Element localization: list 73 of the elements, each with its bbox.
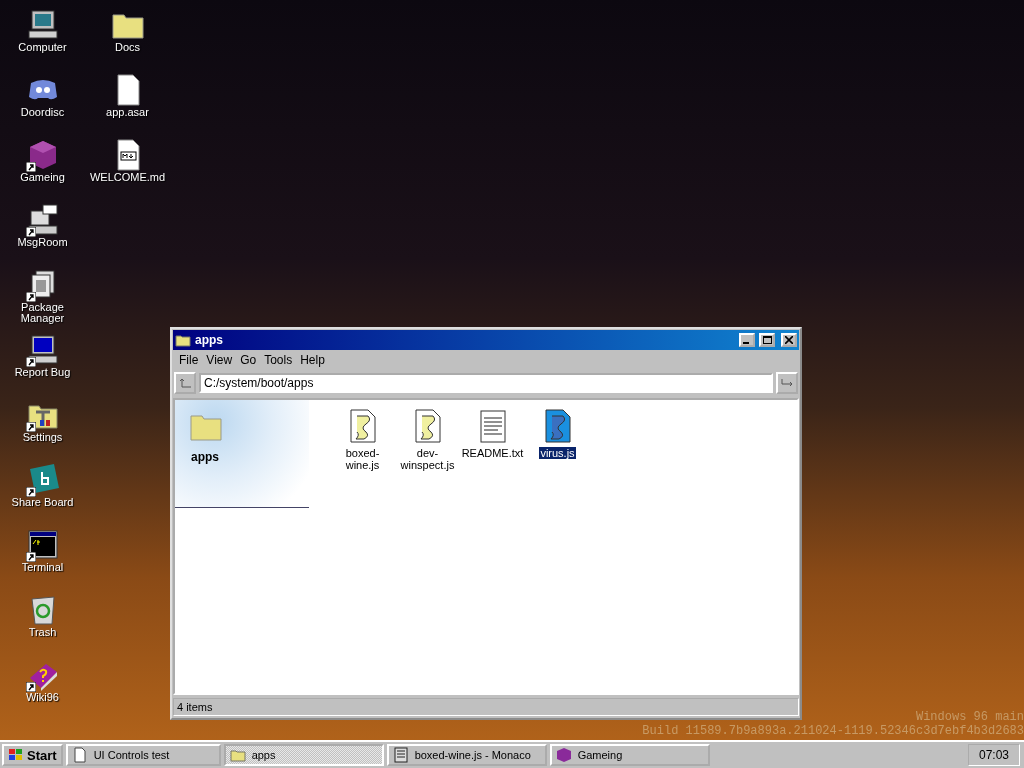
clock: 07:03 bbox=[967, 744, 1020, 766]
desktop-icon[interactable]: WELCOME.md bbox=[85, 138, 170, 203]
menu-item[interactable]: Help bbox=[296, 353, 329, 367]
menu-item[interactable]: View bbox=[202, 353, 237, 367]
folder-icon bbox=[189, 412, 223, 442]
desktop-icon[interactable]: Settings bbox=[0, 398, 85, 463]
computer-with-speech-bubble-icon bbox=[25, 203, 60, 237]
desktop-icon[interactable]: Wiki96 bbox=[0, 658, 85, 723]
desktop-icon[interactable]: Terminal bbox=[0, 528, 85, 593]
close-icon bbox=[785, 336, 793, 344]
page-icon bbox=[71, 747, 88, 763]
desktop-icon-label: Trash bbox=[28, 627, 57, 638]
go-button[interactable] bbox=[776, 372, 798, 394]
computer-icon bbox=[25, 8, 60, 42]
start-button[interactable]: Start bbox=[2, 744, 63, 766]
desktop-icon-label: Doordisc bbox=[20, 107, 65, 118]
build-info-text: Build 11589.7b9a893a.211024-1119.52346c3d7ebf4b3d2683 bbox=[642, 724, 1024, 738]
maximize-icon bbox=[762, 336, 772, 344]
desktop-icon[interactable]: Package Manager bbox=[0, 268, 85, 333]
document-entry[interactable]: README.txt bbox=[460, 408, 525, 459]
computer-icon bbox=[25, 333, 60, 367]
address-field[interactable]: C:/system/boot/apps bbox=[199, 373, 773, 393]
close-button[interactable] bbox=[781, 333, 797, 347]
menu-item[interactable]: Go bbox=[236, 353, 261, 367]
taskbar-button[interactable]: Gameing bbox=[549, 744, 710, 766]
folder-icon bbox=[229, 747, 246, 763]
sidebar-title: apps bbox=[190, 450, 219, 464]
file-name: dev-winspect.js bbox=[399, 447, 456, 471]
menu-item[interactable]: File bbox=[175, 353, 203, 367]
desktop-icon-label: MsgRoom bbox=[17, 237, 68, 248]
folder-icon bbox=[175, 332, 191, 348]
terminal-icon bbox=[25, 528, 60, 562]
desktop-icon[interactable]: Docs bbox=[85, 8, 170, 73]
up-arrow-icon bbox=[179, 378, 191, 388]
desktop-icon-label: Wiki96 bbox=[26, 692, 59, 703]
go-arrow-icon bbox=[781, 378, 793, 388]
desktop-icon[interactable]: Trash bbox=[0, 593, 85, 658]
desktop-icon-label: Computer bbox=[18, 42, 67, 53]
minimize-button[interactable] bbox=[739, 333, 755, 347]
windows-flag-icon bbox=[8, 748, 24, 762]
desktop-icon-label: Docs bbox=[114, 42, 141, 53]
build-info-text: Windows 96 main bbox=[915, 710, 1024, 724]
desktop-icon[interactable]: Computer bbox=[0, 8, 85, 73]
desktop-icon-label: Settings bbox=[22, 432, 63, 443]
desktop-icon-label: app.asar bbox=[106, 107, 149, 118]
taskbar-button[interactable]: UI Controls test bbox=[65, 744, 221, 766]
desktop-icon-label: Gameing bbox=[20, 172, 65, 183]
menu-item[interactable]: Tools bbox=[260, 353, 297, 367]
desktop-icon[interactable]: MsgRoom bbox=[0, 203, 85, 268]
taskbar-button[interactable]: apps bbox=[223, 744, 384, 766]
status-text: 4 items bbox=[173, 698, 799, 716]
desktop-icon[interactable]: Doordisc bbox=[0, 73, 85, 138]
document-icon bbox=[392, 747, 409, 763]
desktop-icon[interactable]: Gameing bbox=[0, 138, 85, 203]
desktop-icon-label: Report Bug bbox=[14, 367, 71, 378]
file-name: README.txt bbox=[460, 447, 525, 459]
document-entry[interactable]: dev-winspect.js bbox=[395, 408, 460, 471]
desktop-icon-label: Terminal bbox=[21, 562, 64, 573]
desktop-icon[interactable]: app.asar bbox=[85, 73, 170, 138]
taskbar-button[interactable]: boxed-wine.js - Monaco bbox=[386, 744, 547, 766]
document-entry[interactable]: virus.js bbox=[525, 408, 590, 459]
cube-icon bbox=[555, 747, 572, 763]
desktop-icon-label: Package Manager bbox=[19, 302, 66, 324]
window-title: apps bbox=[195, 333, 224, 347]
maximize-button[interactable] bbox=[759, 333, 775, 347]
desktop-icon[interactable]: Report Bug bbox=[0, 333, 85, 398]
file-name: boxed-wine.js bbox=[344, 447, 381, 471]
desktop-icon-label: Share Board bbox=[11, 497, 74, 508]
desktop-icon[interactable]: Share Board bbox=[0, 463, 85, 528]
document-entry[interactable]: boxed-wine.js bbox=[330, 408, 395, 471]
up-button[interactable] bbox=[174, 372, 196, 394]
desktop-icon-label: WELCOME.md bbox=[89, 172, 166, 183]
file-name: virus.js bbox=[539, 447, 576, 459]
